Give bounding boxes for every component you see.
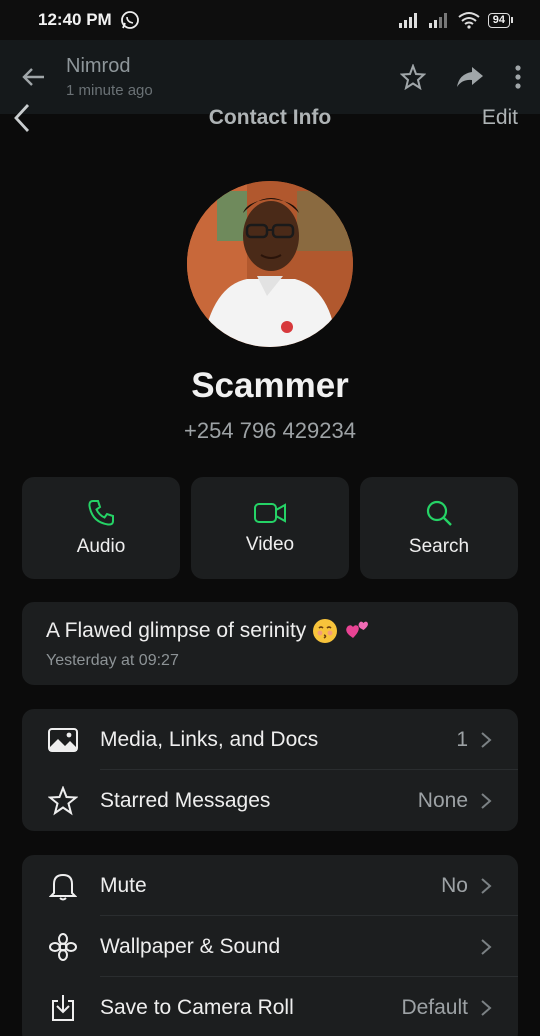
star-icon[interactable] [400,64,426,90]
about-card: A Flawed glimpse of serinity Yesterday a… [22,602,518,685]
starred-messages-row[interactable]: Starred Messages None [22,770,518,831]
settings-card: Mute No Wallpaper & Sound Save to Camera… [22,855,518,1036]
wifi-icon [458,12,480,29]
phone-icon [88,500,114,526]
arrow-left-icon [22,68,44,86]
row-label: Mute [100,873,147,897]
chevron-right-icon [481,792,492,809]
two-hearts-icon [346,621,369,638]
chevron-right-icon [481,877,492,894]
signal-icon [398,13,417,28]
battery-indicator: 94 [487,12,514,28]
chevron-right-icon [481,938,492,955]
video-call-button[interactable]: Video [191,477,349,579]
profile-photo [187,181,353,347]
about-text: A Flawed glimpse of serinity [46,619,307,642]
row-value: None [417,788,468,812]
row-label: Save to Camera Roll [100,995,294,1019]
bell-icon [49,873,77,900]
wallpaper-sound-row[interactable]: Wallpaper & Sound [22,916,518,977]
forward-icon[interactable] [456,65,484,89]
media-links-docs-row[interactable]: Media, Links, and Docs 1 [22,709,518,770]
audio-call-button[interactable]: Audio [22,477,180,579]
search-icon [426,500,452,526]
kissing-face-icon [313,619,338,643]
row-value: No [441,873,468,897]
media-starred-card: Media, Links, and Docs 1 Starred Message… [22,709,518,831]
chat-contact-name: Nimrod [66,55,131,77]
image-icon [48,727,78,752]
search-label: Search [408,536,470,557]
row-value: Default [401,995,468,1019]
search-button[interactable]: Search [360,477,518,579]
status-time: 12:40 PM [38,10,112,29]
row-label: Wallpaper & Sound [100,934,281,958]
row-label: Starred Messages [100,788,271,812]
status-bar: 12:40 PM 94 [0,0,540,40]
download-icon [52,994,74,1021]
contact-info-nav: Contact Info Edit [0,96,540,140]
about-date: Yesterday at 09:27 [46,652,179,669]
page-title: Contact Info [208,106,332,129]
chat-back-button[interactable] [18,62,48,92]
chevron-right-icon [481,999,492,1016]
chat-contact[interactable]: Nimrod 1 minute ago [66,55,153,99]
row-value: 1 [456,727,468,751]
mute-row[interactable]: Mute No [22,855,518,916]
signal-2-icon [428,13,447,28]
avatar[interactable] [187,181,353,347]
contact-name: Scammer [191,366,349,405]
contact-phone[interactable]: +254 796 429234 [0,418,540,444]
edit-button[interactable]: Edit [482,106,518,130]
whatsapp-icon [120,11,139,29]
video-label: Video [245,534,295,555]
more-vertical-icon[interactable] [514,64,522,90]
audio-label: Audio [76,536,126,557]
star-icon [48,785,78,815]
save-camera-roll-row[interactable]: Save to Camera Roll Default [22,977,518,1036]
flower-icon [49,932,77,961]
chevron-right-icon [481,731,492,748]
video-icon [254,503,286,523]
row-label: Media, Links, and Docs [100,727,319,751]
